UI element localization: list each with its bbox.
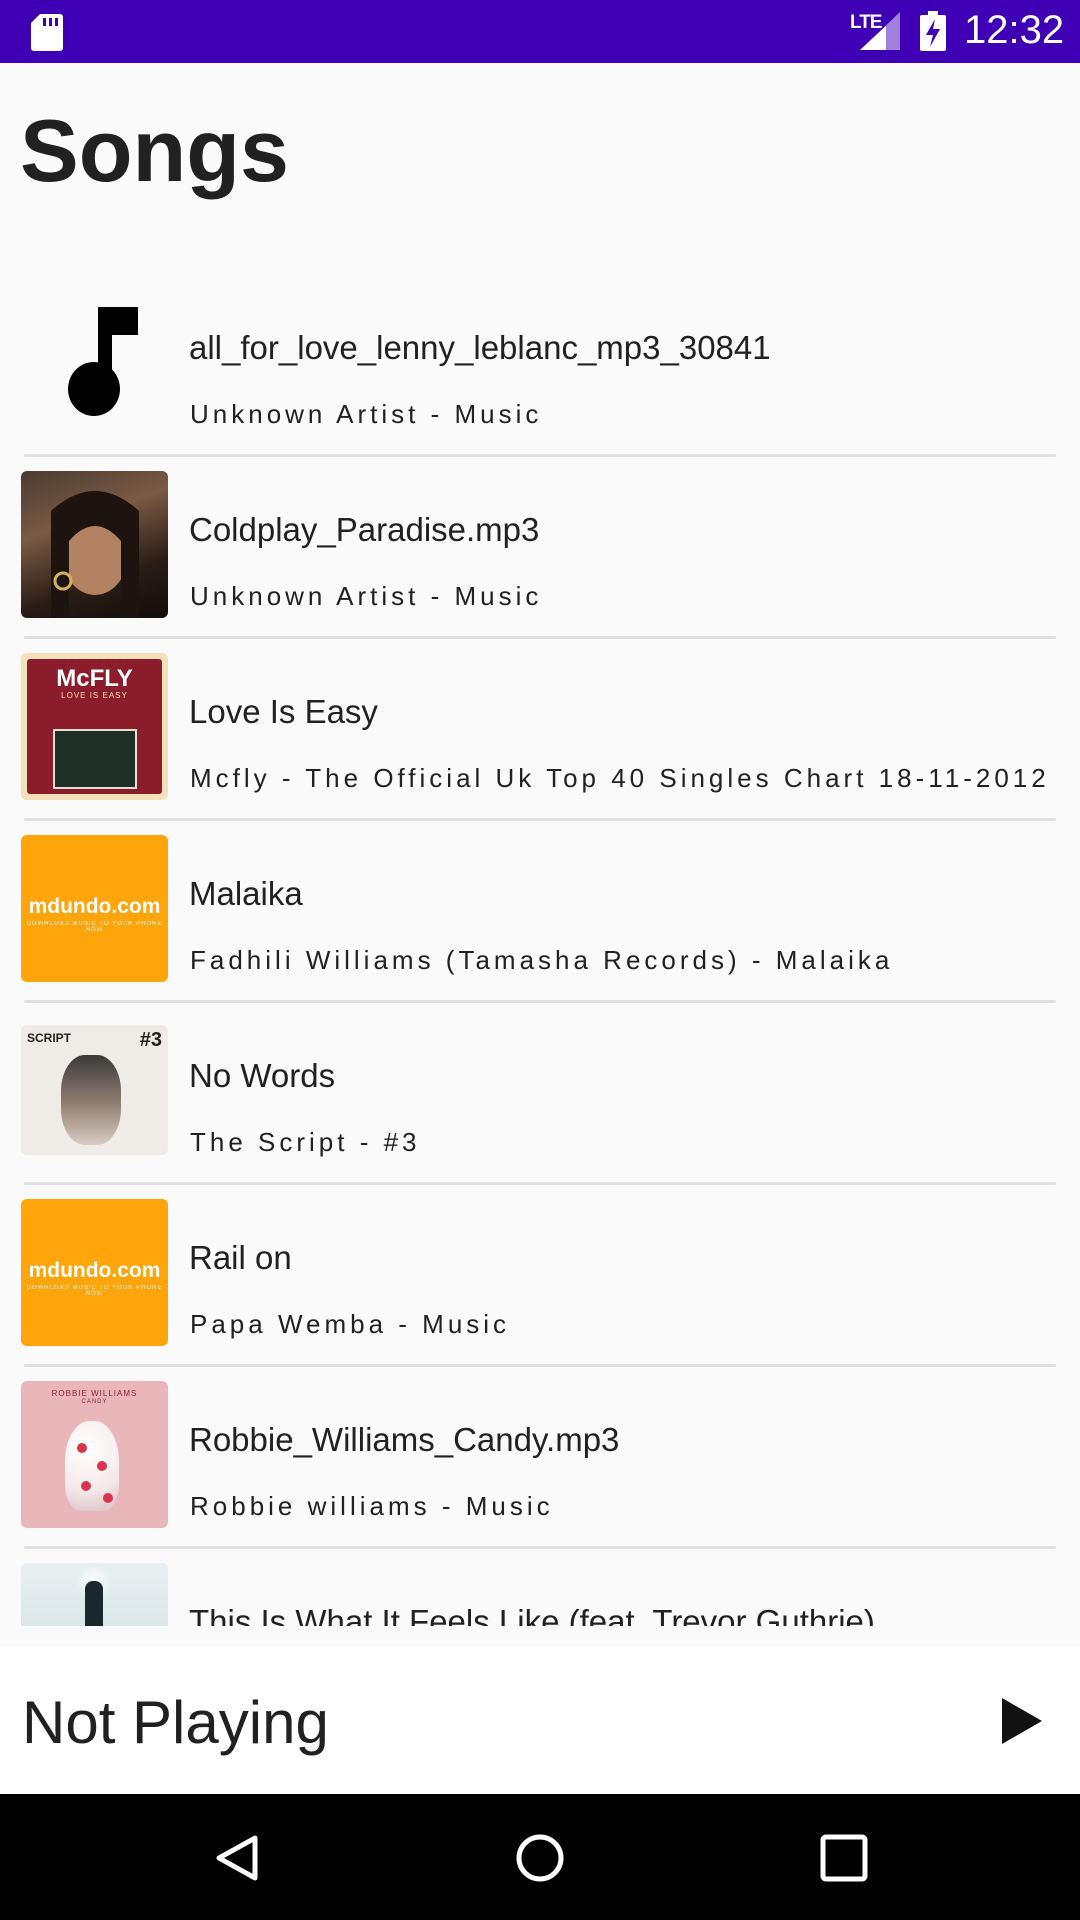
divider [24, 1546, 1056, 1549]
album-art-subtext: DOWNLOAD MUSIC TO YOUR PHONE NOW [26, 1285, 163, 1297]
album-art-subtext: LOVE IS EASY [61, 691, 128, 700]
song-row[interactable]: SCRIPT #3 No Words The Script - #3 [0, 1017, 1080, 1199]
album-art-subtext: CANDY [81, 1399, 108, 1405]
sd-card-icon [31, 14, 63, 51]
song-row[interactable]: McFLY LOVE IS EASY Love Is Easy Mcfly - … [0, 653, 1080, 835]
song-row[interactable]: all_for_love_lenny_leblanc_mp3_30841 Unk… [0, 289, 1080, 471]
page-title: Songs [20, 101, 289, 200]
song-title: Malaika [189, 875, 303, 912]
album-art-armin [21, 1563, 168, 1626]
song-row[interactable]: mdundo.com DOWNLOAD MUSIC TO YOUR PHONE … [0, 835, 1080, 1017]
song-title: Rail on [189, 1239, 292, 1276]
song-list[interactable]: all_for_love_lenny_leblanc_mp3_30841 Unk… [0, 260, 1080, 1626]
album-art-text: mdundo.com [28, 895, 161, 918]
album-art-mcfly: McFLY LOVE IS EASY [21, 653, 168, 800]
status-bar: LTE 12:32 [0, 0, 1080, 63]
album-art-text: McFLY [56, 665, 133, 692]
song-title: Robbie_Williams_Candy.mp3 [189, 1421, 620, 1458]
battery-charging-icon [920, 11, 946, 51]
album-art-subtext: #3 [139, 1029, 162, 1051]
signal-icon [860, 12, 900, 50]
divider [24, 818, 1056, 821]
album-art-text: SCRIPT [27, 1031, 72, 1045]
song-subtitle: Unknown Artist - Music [190, 581, 543, 611]
divider [24, 1364, 1056, 1367]
song-subtitle: The Script - #3 [190, 1127, 421, 1157]
system-nav-bar [0, 1794, 1080, 1920]
song-subtitle: Unknown Artist - Music [190, 399, 543, 429]
song-row[interactable]: mdundo.com DOWNLOAD MUSIC TO YOUR PHONE … [0, 1199, 1080, 1381]
player-status: Not Playing [22, 1689, 329, 1756]
album-art-text: ROBBIE WILLIAMS [51, 1389, 138, 1398]
home-icon[interactable] [514, 1832, 566, 1884]
album-art-photo [21, 471, 168, 618]
divider [24, 1000, 1056, 1003]
song-title: all_for_love_lenny_leblanc_mp3_30841 [189, 329, 771, 366]
album-art-mdundo: mdundo.com DOWNLOAD MUSIC TO YOUR PHONE … [21, 835, 168, 982]
divider [24, 454, 1056, 457]
song-subtitle: Fadhili Williams (Tamasha Records) - Mal… [190, 945, 894, 975]
music-note-icon [21, 289, 168, 436]
song-title: Love Is Easy [189, 693, 378, 730]
song-subtitle: Papa Wemba - Music [190, 1309, 511, 1339]
back-icon[interactable] [211, 1832, 263, 1884]
album-art-text: mdundo.com [28, 1259, 161, 1282]
album-art-subtext: DOWNLOAD MUSIC TO YOUR PHONE NOW [26, 921, 163, 933]
play-icon[interactable] [996, 1696, 1046, 1746]
divider [24, 1182, 1056, 1185]
status-clock: 12:32 [964, 8, 1065, 52]
song-title: This Is What It Feels Like (feat. Trevor… [189, 1603, 875, 1626]
song-row[interactable]: ROBBIE WILLIAMS CANDY Robbie_Williams_Ca… [0, 1381, 1080, 1563]
song-subtitle: Robbie williams - Music [190, 1491, 554, 1521]
now-playing-bar[interactable]: Not Playing [0, 1646, 1080, 1794]
song-subtitle: Mcfly - The Official Uk Top 40 Singles C… [190, 763, 1050, 793]
song-title: No Words [189, 1057, 336, 1094]
song-title: Coldplay_Paradise.mp3 [189, 511, 540, 548]
divider [24, 636, 1056, 639]
album-art-mdundo: mdundo.com DOWNLOAD MUSIC TO YOUR PHONE … [21, 1199, 168, 1346]
recents-icon[interactable] [818, 1832, 870, 1884]
song-row[interactable]: This Is What It Feels Like (feat. Trevor… [0, 1563, 1080, 1626]
song-row[interactable]: Coldplay_Paradise.mp3 Unknown Artist - M… [0, 471, 1080, 653]
album-art-script: SCRIPT #3 [21, 1025, 168, 1155]
album-art-robbie: ROBBIE WILLIAMS CANDY [21, 1381, 168, 1528]
